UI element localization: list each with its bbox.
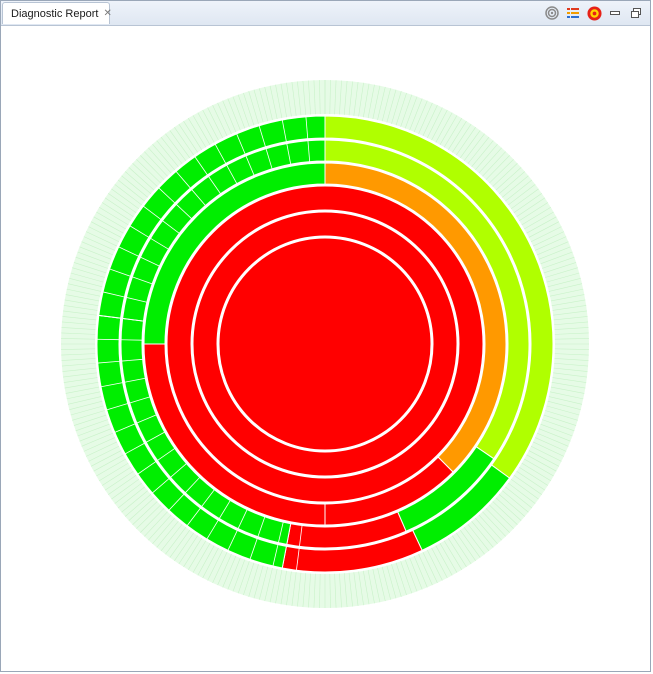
view-tab-bar: Diagnostic Report ✕ [1,1,650,26]
minimize-icon[interactable] [607,5,623,21]
restore-icon[interactable] [628,5,644,21]
view-toolbar [544,4,644,22]
diagnostic-report-view: Diagnostic Report ✕ [0,0,651,672]
tab-diagnostic-report[interactable]: Diagnostic Report ✕ [2,2,112,24]
close-icon[interactable]: ✕ [103,8,111,19]
settings-wheel-icon[interactable] [586,5,602,21]
tab-title: Diagnostic Report [11,7,99,20]
sunburst-chart-area [1,26,652,672]
ring-0-segment-0[interactable] [218,237,432,451]
sunburst-chart [61,80,589,608]
target-icon[interactable] [544,5,560,21]
legend-list-icon[interactable] [565,5,581,21]
